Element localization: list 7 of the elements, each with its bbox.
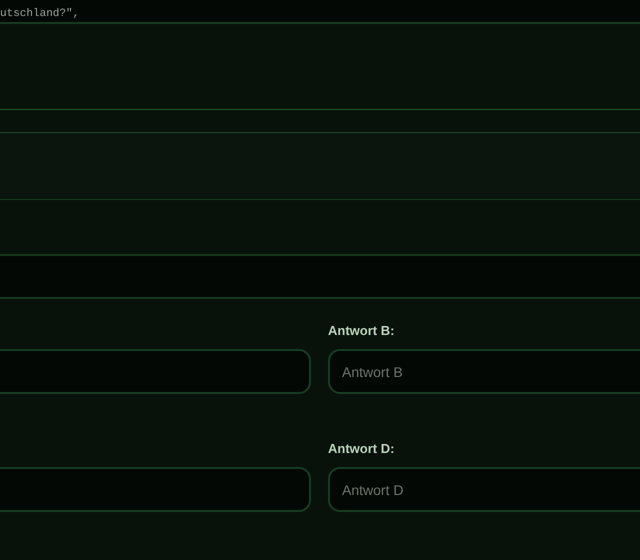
answer-label: Antwort B: (328, 323, 396, 339)
answer-input-field[interactable]: Antwort B (328, 349, 640, 394)
answer-input-field[interactable]: Antwort D (328, 467, 640, 512)
answer-label: Antwort D: (328, 441, 396, 457)
answer-input-field[interactable] (0, 349, 311, 394)
code-text: utschland?", (0, 7, 80, 21)
answer-input-field[interactable] (0, 467, 311, 512)
